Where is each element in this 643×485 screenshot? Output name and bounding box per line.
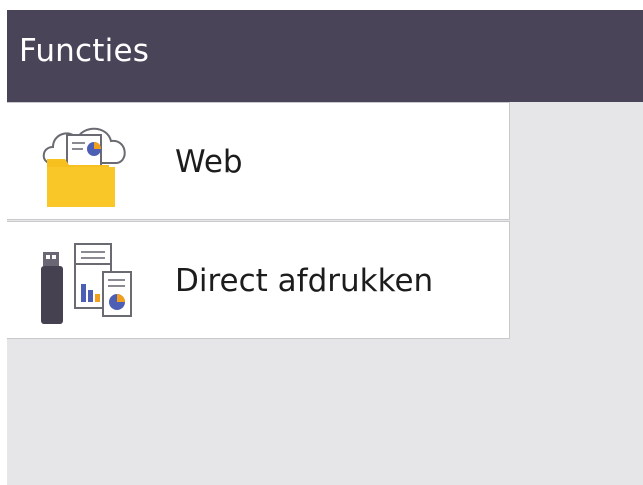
web-cloud-folder-icon <box>37 119 133 209</box>
page-title: Functies <box>19 33 150 69</box>
function-menu: Web Direct afdrukken <box>7 102 511 342</box>
menu-item-direct-print[interactable]: Direct afdrukken <box>7 221 510 339</box>
menu-item-label-direct-print: Direct afdrukken <box>175 263 434 299</box>
title-bar: Functies <box>7 10 643 102</box>
menu-item-label-web: Web <box>175 144 243 180</box>
usb-direct-print-icon <box>37 238 133 328</box>
lcd-screen: Functies Web Direct afdrukken <box>7 10 643 485</box>
menu-item-web[interactable]: Web <box>7 102 510 220</box>
